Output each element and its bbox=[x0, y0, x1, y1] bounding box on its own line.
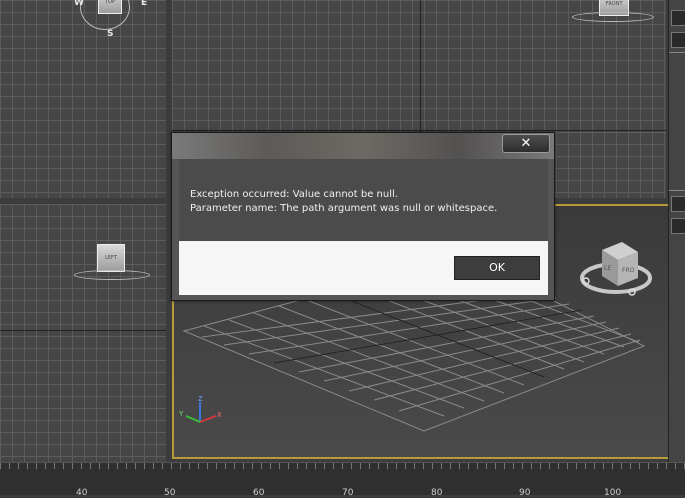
compass-east: E bbox=[141, 0, 148, 8]
view-cube-top[interactable]: TOP bbox=[98, 0, 122, 14]
tick-label: 80 bbox=[431, 488, 443, 498]
axis-z-label: Z bbox=[198, 395, 203, 403]
exception-dialog: ✕ Exception occurred: Value cannot be nu… bbox=[171, 132, 555, 301]
persp-cube-left-label: LE bbox=[604, 265, 611, 272]
persp-cube-front-label: FRO bbox=[622, 267, 635, 274]
viewport-top[interactable]: TOP W E S bbox=[0, 0, 166, 198]
compass-west: W bbox=[74, 0, 84, 8]
tick-label: 60 bbox=[253, 488, 265, 498]
command-panel-edge bbox=[668, 0, 685, 462]
dialog-message-area: Exception occurred: Value cannot be null… bbox=[179, 159, 548, 241]
view-cube-perspective[interactable]: LE FRO bbox=[576, 236, 656, 306]
axis-y-label: Y bbox=[178, 410, 184, 418]
tick-label: 50 bbox=[164, 488, 176, 498]
close-button[interactable]: ✕ bbox=[502, 134, 550, 153]
viewport-left[interactable]: LEFT bbox=[0, 204, 166, 462]
compass-south: S bbox=[107, 29, 114, 39]
close-icon: ✕ bbox=[520, 136, 532, 151]
panel-button-third[interactable] bbox=[671, 196, 685, 212]
error-message-line-2: Parameter name: The path argument was nu… bbox=[190, 203, 498, 214]
tick-label: 100 bbox=[604, 488, 622, 498]
panel-button-second[interactable] bbox=[671, 32, 685, 48]
left-axis-horizontal bbox=[0, 330, 166, 331]
panel-divider-1 bbox=[669, 52, 685, 53]
axis-gizmo: Z X Y bbox=[178, 395, 222, 423]
panel-button-top[interactable] bbox=[671, 10, 685, 26]
dialog-footer: OK bbox=[179, 241, 548, 295]
tick-label: 40 bbox=[76, 488, 88, 498]
time-ruler[interactable]: 40 50 60 70 80 90 100 bbox=[0, 462, 685, 498]
tick-label: 90 bbox=[519, 488, 531, 498]
tick-label: 70 bbox=[342, 488, 354, 498]
front-cube-ring bbox=[572, 12, 654, 22]
ok-button[interactable]: OK bbox=[454, 256, 540, 280]
panel-button-fourth[interactable] bbox=[671, 218, 685, 234]
front-axis-horizontal bbox=[172, 130, 666, 131]
axis-x-label: X bbox=[217, 411, 222, 419]
panel-divider-2 bbox=[669, 190, 685, 191]
error-message-line-1: Exception occurred: Value cannot be null… bbox=[190, 189, 398, 200]
view-cube-left[interactable]: LEFT bbox=[97, 244, 125, 272]
dialog-titlebar[interactable]: ✕ bbox=[172, 133, 554, 159]
left-cube-ring bbox=[74, 270, 150, 280]
